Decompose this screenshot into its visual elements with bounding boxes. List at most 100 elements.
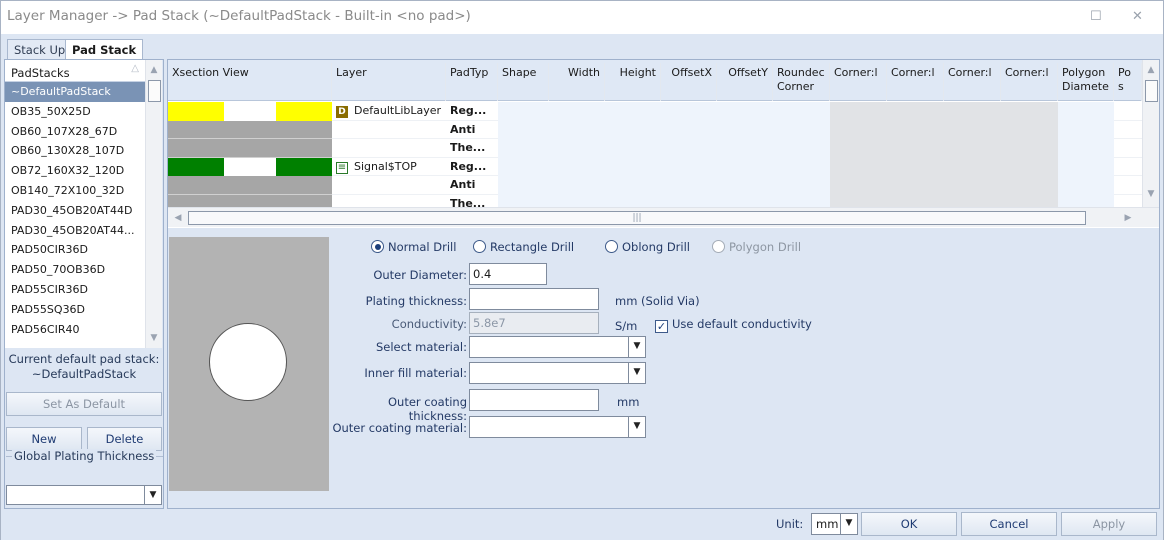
oblong-drill-radio[interactable]: Oblong Drill <box>605 240 690 254</box>
scroll-down-icon[interactable]: ▼ <box>146 330 162 346</box>
grid-cell[interactable] <box>773 102 830 121</box>
grid-cell[interactable] <box>661 120 717 139</box>
delete-button[interactable]: Delete <box>87 427 162 451</box>
new-button[interactable]: New <box>6 427 82 451</box>
pad-layer-grid[interactable]: Xsection View Layer PadTyp Shape Width H… <box>168 60 1159 228</box>
list-item[interactable]: ~DefaultPadStack <box>5 82 145 102</box>
grid-cell[interactable] <box>498 139 549 158</box>
column-header[interactable]: Polygon Diamete <box>1058 63 1114 101</box>
scroll-down-icon[interactable]: ▼ <box>1143 186 1159 202</box>
layer-cell[interactable] <box>332 139 446 158</box>
cancel-button[interactable]: Cancel <box>961 512 1057 536</box>
column-header[interactable]: PadTyp <box>446 63 498 101</box>
xsection-cell[interactable] <box>168 102 332 121</box>
scroll-thumb[interactable] <box>1145 80 1158 102</box>
list-item[interactable]: PAD30_45OB20AT44D <box>5 201 145 221</box>
grid-cell[interactable] <box>605 176 661 195</box>
scroll-right-icon[interactable]: ▶ <box>1120 210 1136 226</box>
use-default-conductivity-checkbox[interactable]: ✓ Use default conductivity <box>655 317 812 333</box>
conductivity-field[interactable]: 5.8e7 <box>469 312 599 334</box>
grid-cell[interactable] <box>605 157 661 176</box>
grid-cell[interactable] <box>1058 139 1114 158</box>
list-item[interactable]: PAD50_70OB36D <box>5 260 145 280</box>
grid-cell[interactable] <box>661 139 717 158</box>
scroll-left-icon[interactable]: ◀ <box>170 210 186 226</box>
grid-cell[interactable] <box>717 176 773 195</box>
grid-cell[interactable] <box>773 176 830 195</box>
column-header[interactable]: Layer <box>332 63 446 101</box>
padstacks-column-header[interactable]: PadStacks △ <box>5 60 145 82</box>
minimize-icon[interactable]: ☐ <box>1090 9 1102 24</box>
apply-button[interactable]: Apply <box>1061 512 1157 536</box>
column-header[interactable]: Corner:l <box>830 63 887 101</box>
grid-cell[interactable] <box>773 139 830 158</box>
column-header[interactable]: Roundec Corner <box>773 63 830 101</box>
outer-coating-material-combo[interactable]: ▼ <box>469 416 646 438</box>
grid-cell[interactable] <box>1058 120 1114 139</box>
column-header[interactable]: Corner:l <box>887 63 944 101</box>
scroll-thumb[interactable] <box>148 80 161 102</box>
list-item[interactable]: OB60_130X28_107D <box>5 141 145 161</box>
list-item[interactable]: PAD30_45OB20AT44... <box>5 221 145 241</box>
chevron-down-icon[interactable]: ▼ <box>628 363 645 383</box>
grid-cell[interactable] <box>605 139 661 158</box>
padtype-cell[interactable]: The... <box>446 139 498 158</box>
table-row[interactable]: The... <box>168 139 1159 158</box>
layer-cell[interactable] <box>332 176 446 195</box>
ok-button[interactable]: OK <box>861 512 957 536</box>
scroll-up-icon[interactable]: ▲ <box>146 62 162 78</box>
padstack-list-scrollbar[interactable]: ▲ ▼ <box>145 60 162 348</box>
tab-stack-up[interactable]: Stack Up <box>7 39 73 59</box>
list-item[interactable]: OB60_107X28_67D <box>5 122 145 142</box>
scroll-thumb[interactable]: ||| <box>188 211 1086 225</box>
padtype-cell[interactable]: Anti <box>446 121 498 140</box>
grid-cell[interactable] <box>605 102 661 121</box>
column-header[interactable]: OffsetY <box>717 63 773 101</box>
unit-combo[interactable]: mm ▼ <box>811 513 858 535</box>
layer-cell[interactable]: ≡ Signal$TOP <box>332 158 446 177</box>
layer-cell[interactable]: D DefaultLibLayer <box>332 102 446 121</box>
column-header[interactable]: Xsection View <box>168 63 332 101</box>
grid-cell[interactable] <box>1058 176 1114 195</box>
normal-drill-radio[interactable]: Normal Drill <box>371 240 456 254</box>
grid-cell[interactable] <box>661 176 717 195</box>
chevron-down-icon[interactable]: ▼ <box>144 486 161 504</box>
grid-cell[interactable] <box>549 157 605 176</box>
grid-cell[interactable] <box>1058 102 1114 121</box>
list-item[interactable]: OB140_72X100_32D <box>5 181 145 201</box>
grid-cell[interactable] <box>549 120 605 139</box>
grid-cell[interactable] <box>717 157 773 176</box>
scroll-up-icon[interactable]: ▲ <box>1143 62 1159 78</box>
list-item[interactable]: OB35_50X25D <box>5 102 145 122</box>
list-item[interactable]: PAD55SQ36D <box>5 300 145 320</box>
outer-coating-thickness-field[interactable] <box>469 389 599 411</box>
list-item[interactable]: PAD56CIR40 <box>5 320 145 340</box>
grid-cell[interactable] <box>661 157 717 176</box>
rectangle-drill-radio[interactable]: Rectangle Drill <box>473 240 574 254</box>
grid-cell[interactable] <box>498 176 549 195</box>
chevron-down-icon[interactable]: ▼ <box>628 417 645 437</box>
grid-cell[interactable] <box>549 139 605 158</box>
grid-vertical-scrollbar[interactable]: ▲ ▼ <box>1142 60 1159 207</box>
list-item[interactable]: PAD50CIR36D <box>5 240 145 260</box>
padtype-cell[interactable]: Anti <box>446 176 498 195</box>
table-row[interactable]: Anti <box>168 120 1159 140</box>
table-row[interactable]: Anti <box>168 176 1159 195</box>
grid-cell[interactable] <box>717 120 773 139</box>
grid-cell[interactable] <box>549 176 605 195</box>
column-header[interactable]: Corner:l <box>1001 63 1058 101</box>
xsection-cell[interactable] <box>168 120 332 139</box>
column-header[interactable]: Po s <box>1114 63 1142 101</box>
grid-cell[interactable] <box>773 157 830 176</box>
grid-cell[interactable] <box>773 120 830 139</box>
grid-cell[interactable] <box>661 102 717 121</box>
global-plating-combo[interactable]: ▼ <box>6 485 162 505</box>
outer-diameter-field[interactable]: 0.4 <box>469 263 547 285</box>
list-item[interactable]: OB72_160X32_120D <box>5 161 145 181</box>
grid-cell[interactable] <box>498 102 549 121</box>
table-row[interactable]: D DefaultLibLayer Reg... <box>168 102 1159 121</box>
padstack-list[interactable]: ~DefaultPadStack OB35_50X25D OB60_107X28… <box>5 82 145 348</box>
close-icon[interactable]: ✕ <box>1132 9 1143 24</box>
xsection-cell[interactable] <box>168 176 332 195</box>
list-item[interactable]: PAD55CIR36D <box>5 280 145 300</box>
